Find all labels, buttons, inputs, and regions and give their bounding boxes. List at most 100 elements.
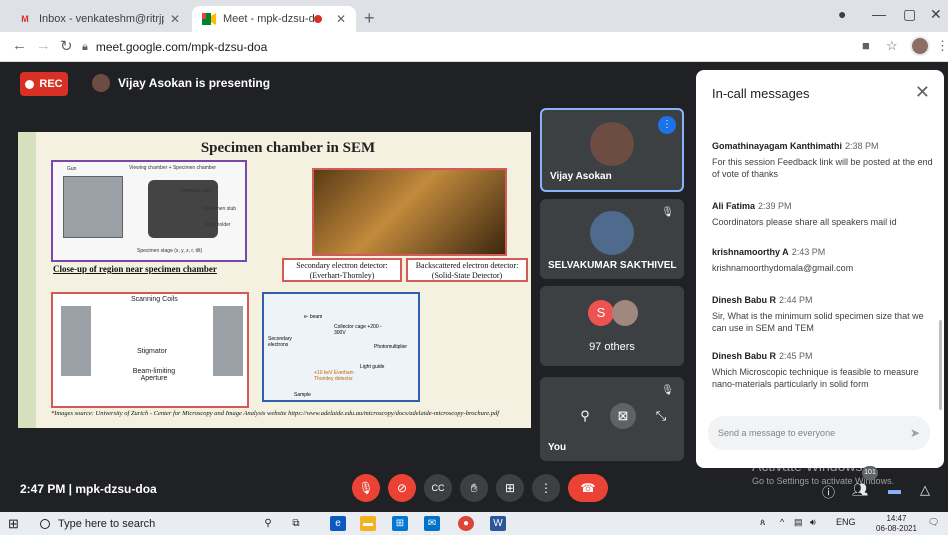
participant-tile-others[interactable]: S 97 others xyxy=(540,286,684,366)
chat-title: In-call messages xyxy=(712,86,810,101)
raise-hand-button[interactable]: ✋︎ xyxy=(460,474,488,502)
record-dot-icon xyxy=(25,79,35,89)
camera-icon[interactable]: ■ xyxy=(862,38,870,53)
captions-button[interactable]: CC xyxy=(424,474,452,502)
people-tray-icon[interactable]: ጰ xyxy=(760,517,765,528)
close-icon[interactable]: ✕ xyxy=(336,12,346,26)
close-icon[interactable]: ✕ xyxy=(915,82,930,103)
speaking-icon: ⋮ xyxy=(658,116,676,134)
task-view-icon[interactable]: ⧉ xyxy=(288,516,304,531)
message-time: 2:45 PM xyxy=(779,351,813,361)
taskbar-search[interactable]: Type here to search xyxy=(40,515,240,532)
sem-image: Gun Viewing chamber + Specimen chamber O… xyxy=(51,160,247,262)
people-icon[interactable]: 👥︎ xyxy=(852,482,869,498)
mic-toggle-button[interactable]: 🎙︎ xyxy=(352,474,380,502)
meet-icon xyxy=(202,12,216,26)
new-tab-icon[interactable]: + xyxy=(364,8,375,29)
window-close-icon[interactable]: ✕ xyxy=(930,6,942,23)
captions-icon: CC xyxy=(431,483,445,493)
magnet-left xyxy=(61,306,91,376)
presenter-avatar xyxy=(92,74,110,92)
maximize-icon[interactable]: ▢ xyxy=(903,6,916,23)
notifications-icon[interactable]: 🗨︎ xyxy=(928,517,939,528)
chat-icon[interactable]: ▬ xyxy=(888,482,901,497)
chrome-icon[interactable]: ● xyxy=(458,516,474,531)
address-bar[interactable]: 🔒︎ meet.google.com/mpk-dzsu-doa xyxy=(82,36,852,58)
close-icon[interactable]: ✕ xyxy=(170,12,180,26)
chat-message: krishnamoorthy A 2:43 PM krishnamoorthydo… xyxy=(712,242,934,274)
send-icon[interactable]: ➤ xyxy=(910,426,920,440)
scanning-coils-diagram: Scanning Coils Stigmator Beam-limiting A… xyxy=(51,292,249,408)
magnet-right xyxy=(213,306,243,376)
message-text: Which Microscopic technique is feasible … xyxy=(712,367,919,389)
tab-title: Inbox - venkateshm@ritrjpm.ac.i xyxy=(39,13,164,25)
present-icon: ⊞ xyxy=(504,481,516,495)
word-icon[interactable]: W xyxy=(490,516,506,531)
record-icon[interactable]: ● xyxy=(838,6,846,22)
tab-title: Meet - mpk-dzsu-doa xyxy=(223,13,314,25)
file-explorer-icon[interactable]: ▬ xyxy=(360,516,376,531)
rec-label: REC xyxy=(39,78,63,90)
leave-call-button[interactable]: ☎︎ xyxy=(568,474,608,502)
meeting-info: 2:47 PM | mpk-dzsu-doa xyxy=(20,482,157,496)
tab-gmail[interactable]: M Inbox - venkateshm@ritrjpm.ac.i ✕ xyxy=(8,6,190,32)
volume-icon[interactable]: 🔊︎ xyxy=(810,517,816,528)
message-sender: Dinesh Babu R xyxy=(712,295,777,305)
others-count: 97 others xyxy=(589,341,635,353)
message-sender: Dinesh Babu R xyxy=(712,351,777,361)
chat-scrollbar[interactable] xyxy=(939,320,942,410)
system-clock[interactable]: 14:47 06-08-2021 xyxy=(876,514,917,534)
remove-tile-icon[interactable]: ⊠ xyxy=(610,403,636,429)
sem-label: Specimen stub xyxy=(203,206,237,212)
bookmark-star-icon[interactable]: ☆ xyxy=(886,38,898,54)
diagram-label: Collector cage +200 - 300V xyxy=(334,324,382,336)
minimize-tile-icon[interactable]: ⤡ xyxy=(648,403,674,429)
slide-title: Specimen chamber in SEM xyxy=(200,140,376,156)
participant-tile[interactable]: ⋮ Vijay Asokan xyxy=(540,108,684,192)
camera-toggle-button[interactable]: ⊘ xyxy=(388,474,416,502)
chat-message: Dinesh Babu R 2:44 PM Sir, What is the mi… xyxy=(712,290,934,334)
participant-tile[interactable]: 🎙︎ SELVAKUMAR SAKTHIVEL xyxy=(540,199,684,279)
mic-off-icon: 🎙︎ xyxy=(661,207,674,218)
chat-message-input[interactable] xyxy=(718,428,910,438)
windows-taskbar: ⊞ Type here to search ⚲ ⧉ e ▬ ⊞ ✉ ● W ጰ … xyxy=(0,512,948,535)
present-button[interactable]: ⊞ xyxy=(496,474,524,502)
diagram-label: Sample xyxy=(294,392,311,398)
reload-icon[interactable]: ↻ xyxy=(60,37,73,55)
edge-icon[interactable]: e xyxy=(330,516,346,531)
network-icon[interactable]: ▤ xyxy=(794,517,803,528)
meet-main: REC Vijay Asokan is presenting Specimen … xyxy=(0,62,948,512)
tray-chevron-icon[interactable]: ^ xyxy=(780,517,784,527)
profile-avatar[interactable] xyxy=(910,36,930,56)
more-vert-icon: ⋮ xyxy=(540,481,552,495)
forward-icon[interactable]: → xyxy=(36,37,51,54)
message-text: krishnamoorthydomala@gmail.com xyxy=(712,263,854,273)
message-sender: krishnamoorthy A xyxy=(712,247,789,257)
minimize-icon[interactable]: — xyxy=(872,6,886,22)
mic-icon[interactable]: ⚲ xyxy=(260,516,276,531)
tab-meet[interactable]: Meet - mpk-dzsu-doa ✕ xyxy=(192,6,356,32)
sem-label: Viewing chamber + Specimen chamber xyxy=(129,165,217,171)
diagram-label: e- beam xyxy=(304,314,323,320)
store-icon[interactable]: ⊞ xyxy=(392,516,408,531)
activities-icon[interactable]: △ xyxy=(920,482,930,498)
back-icon[interactable]: ← xyxy=(12,37,27,54)
mail-icon[interactable]: ✉ xyxy=(424,516,440,531)
rec-button[interactable]: REC xyxy=(20,72,68,96)
diagram-label: Photomultiplier xyxy=(374,344,408,350)
message-time: 2:43 PM xyxy=(791,247,826,257)
participant-name: SELVAKUMAR SAKTHIVEL xyxy=(548,260,677,271)
backscattered-detector-label: Backscattered electron detector: (Solid-… xyxy=(406,258,528,282)
hand-icon: ✋︎ xyxy=(470,480,478,495)
clock-time: 14:47 xyxy=(886,514,907,523)
message-time: 2:44 PM xyxy=(779,295,813,305)
more-options-button[interactable]: ⋮ xyxy=(532,474,560,502)
language-indicator[interactable]: ENG xyxy=(836,517,856,527)
menu-icon[interactable]: ⋮ xyxy=(936,38,948,54)
windows-start-icon[interactable]: ⊞ xyxy=(8,516,19,532)
chat-message: Gomathinayagam Kanthimathi 2:38 PM For th… xyxy=(712,136,934,180)
pin-icon[interactable]: ⚲ xyxy=(572,403,598,429)
self-tile-controls: ⚲ ⊠ ⤡ xyxy=(568,395,678,437)
self-tile[interactable]: 🎙︎ ⚲ ⊠ ⤡ You xyxy=(540,377,684,461)
info-icon[interactable]: ⓘ xyxy=(822,482,835,501)
